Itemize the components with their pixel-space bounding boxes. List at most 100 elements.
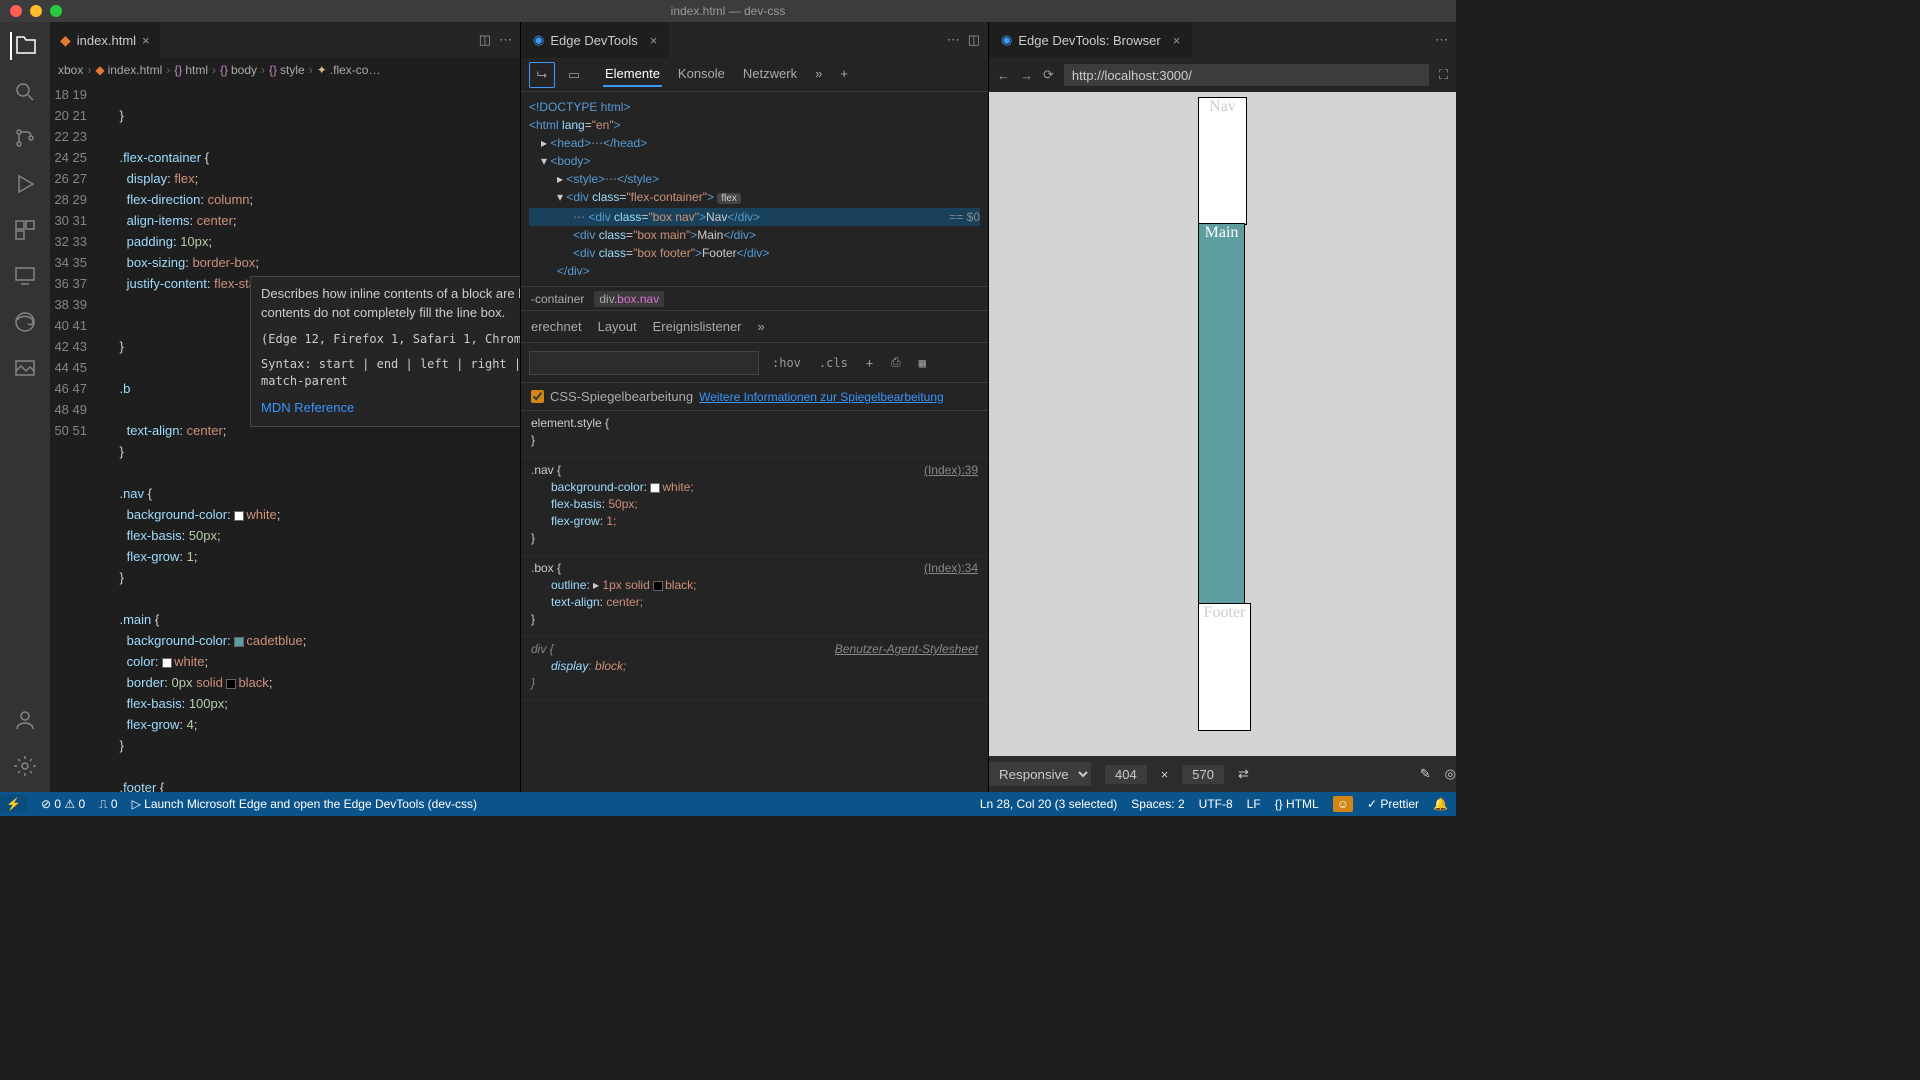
tab-console[interactable]: Konsole <box>676 62 727 87</box>
more-tabs-icon[interactable]: » <box>813 62 824 87</box>
more-icon[interactable]: ⋯ <box>1435 32 1448 48</box>
reload-icon[interactable]: ⟳ <box>1043 67 1054 83</box>
breadcrumbs[interactable]: xbox› ◆index.html› {}html› {}body› {}sty… <box>50 58 520 82</box>
rotate-icon[interactable]: ⇄ <box>1238 766 1249 782</box>
more-icon[interactable]: ⋯ <box>499 32 512 48</box>
styles-rules[interactable]: element.style { } (Index):39 .nav { back… <box>521 411 988 792</box>
device-select[interactable]: Responsive <box>989 762 1091 786</box>
split-editor-icon[interactable]: ◫ <box>479 32 491 48</box>
add-tab-icon[interactable]: + <box>838 62 850 87</box>
account-icon[interactable] <box>11 706 39 734</box>
prettier[interactable]: ✓ Prettier <box>1367 797 1419 811</box>
eol[interactable]: LF <box>1247 797 1261 811</box>
html-file-icon: ◆ <box>60 32 71 49</box>
browser-nav-bar: ← → ⟳ ⛶ <box>989 58 1456 92</box>
dom-tree[interactable]: <!DOCTYPE html> <html lang="en"> ▸ <head… <box>521 92 988 287</box>
inspect-icon[interactable]: ⮡ <box>529 62 555 88</box>
fullscreen-icon[interactable]: ⛶ <box>1439 67 1448 83</box>
preview-footer: Footer <box>1199 604 1250 730</box>
smiley-icon[interactable]: ☺ <box>1333 796 1353 812</box>
hover-tooltip: Describes how inline contents of a block… <box>250 276 520 427</box>
code-content[interactable]: } .flex-container { display: flex; flex-… <box>105 82 506 792</box>
preview-main: Main <box>1199 224 1244 604</box>
tab-index-html[interactable]: ◆ index.html × <box>50 22 161 58</box>
extensions-icon[interactable] <box>11 216 39 244</box>
status-bar: ⚡ ⊘ 0 ⚠ 0 ⎍ 0 ▷ Launch Microsoft Edge an… <box>0 792 1456 816</box>
devtools-panel: ◉ Edge DevTools × ⋯ ◫ ⮡ ▭ Elemente Konsol… <box>520 22 988 792</box>
remote-indicator[interactable]: ⚡ <box>0 795 27 813</box>
tab-layout[interactable]: Layout <box>598 319 637 334</box>
tab-bar: ◆ index.html × ◫ ⋯ <box>50 22 520 58</box>
styles-tabs: erechnet Layout Ereignislistener » <box>521 311 988 343</box>
browser-preview: ◉ Edge DevTools: Browser × ⋯ ← → ⟳ ⛶ Nav… <box>988 22 1456 792</box>
debug-icon[interactable] <box>11 170 39 198</box>
hov-toggle[interactable]: :hov <box>767 354 806 372</box>
remote-icon[interactable] <box>11 262 39 290</box>
code-editor[interactable]: 18 19 20 21 22 23 24 25 26 27 28 29 30 3… <box>50 82 520 792</box>
minimize-window[interactable] <box>30 5 42 17</box>
close-icon[interactable]: × <box>650 33 658 48</box>
tab-elements[interactable]: Elemente <box>603 62 662 87</box>
rule-source-link[interactable]: (Index):39 <box>924 462 978 479</box>
bell-icon[interactable]: 🔔 <box>1433 797 1448 811</box>
launch-task[interactable]: ▷ Launch Microsoft Edge and open the Edg… <box>132 797 477 811</box>
close-icon[interactable]: × <box>1173 33 1181 48</box>
search-icon[interactable] <box>11 78 39 106</box>
minimap[interactable] <box>506 82 520 792</box>
rule-source-link[interactable]: (Index):34 <box>924 560 978 577</box>
edge-icon: ◉ <box>533 32 544 48</box>
edge-icon[interactable] <box>11 308 39 336</box>
maximize-window[interactable] <box>50 5 62 17</box>
height-input[interactable]: 570 <box>1182 765 1224 784</box>
device-bar: Responsive 404 × 570 ⇄ ✎ ◎ <box>989 756 1456 792</box>
forward-icon[interactable]: → <box>1020 68 1033 83</box>
settings-icon[interactable] <box>11 752 39 780</box>
editor-group: ◆ index.html × ◫ ⋯ xbox› ◆index.html› {}… <box>50 22 520 792</box>
devtools-toolbar: ⮡ ▭ Elemente Konsole Netzwerk » + <box>521 58 988 92</box>
more-icon[interactable]: » <box>758 319 765 334</box>
device-icon[interactable]: ▭ <box>561 62 587 88</box>
tab-devtools[interactable]: ◉ Edge DevTools × <box>521 22 669 58</box>
language-mode[interactable]: {} HTML <box>1275 797 1319 811</box>
explorer-icon[interactable] <box>10 32 38 60</box>
url-input[interactable] <box>1064 64 1429 86</box>
tab-listeners[interactable]: Ereignislistener <box>653 319 742 334</box>
tab-network[interactable]: Netzwerk <box>741 62 799 87</box>
width-input[interactable]: 404 <box>1105 765 1147 784</box>
inspect-toggle-icon[interactable]: ◎ <box>1445 766 1456 782</box>
tab-browser[interactable]: ◉ Edge DevTools: Browser × <box>989 22 1192 58</box>
line-gutter: 18 19 20 21 22 23 24 25 26 27 28 29 30 3… <box>50 82 105 792</box>
tab-computed[interactable]: erechnet <box>531 319 582 334</box>
ports[interactable]: ⎍ 0 <box>99 797 117 812</box>
highlight-icon[interactable]: ✎ <box>1420 766 1431 782</box>
styles-filter-bar: :hov .cls + ⎙ ▦ <box>521 343 988 383</box>
source-control-icon[interactable] <box>11 124 39 152</box>
cls-toggle[interactable]: .cls <box>814 354 853 372</box>
mdn-link[interactable]: MDN Reference <box>261 400 354 415</box>
viewport[interactable]: Nav Main Footer <box>989 92 1456 756</box>
close-icon[interactable]: × <box>142 33 150 48</box>
indent[interactable]: Spaces: 2 <box>1131 797 1184 811</box>
close-window[interactable] <box>10 5 22 17</box>
flex-icon[interactable]: ▦ <box>914 354 931 372</box>
css-mirror-row: CSS-Spiegelbearbeitung Weitere Informati… <box>521 383 988 411</box>
edge-icon: ◉ <box>1001 32 1012 48</box>
filter-input[interactable] <box>529 351 759 375</box>
window-title: index.html — dev-css <box>671 4 786 18</box>
split-icon[interactable]: ◫ <box>968 32 980 48</box>
more-icon[interactable]: ⋯ <box>947 32 960 48</box>
print-icon[interactable]: ⎙ <box>886 353 906 372</box>
preview-nav: Nav <box>1199 98 1246 224</box>
dom-breadcrumb[interactable]: -container div.box.nav <box>521 287 988 311</box>
errors[interactable]: ⊘ 0 ⚠ 0 <box>41 797 85 811</box>
add-rule-icon[interactable]: + <box>861 354 878 372</box>
mirror-link[interactable]: Weitere Informationen zur Spiegelbearbei… <box>699 390 944 404</box>
image-icon[interactable] <box>11 354 39 382</box>
titlebar: index.html — dev-css <box>0 0 1456 22</box>
encoding[interactable]: UTF-8 <box>1199 797 1233 811</box>
activity-bar <box>0 22 50 792</box>
back-icon[interactable]: ← <box>997 68 1010 83</box>
tab-label: index.html <box>77 33 136 48</box>
cursor-position[interactable]: Ln 28, Col 20 (3 selected) <box>980 797 1117 811</box>
mirror-checkbox[interactable] <box>531 390 544 403</box>
